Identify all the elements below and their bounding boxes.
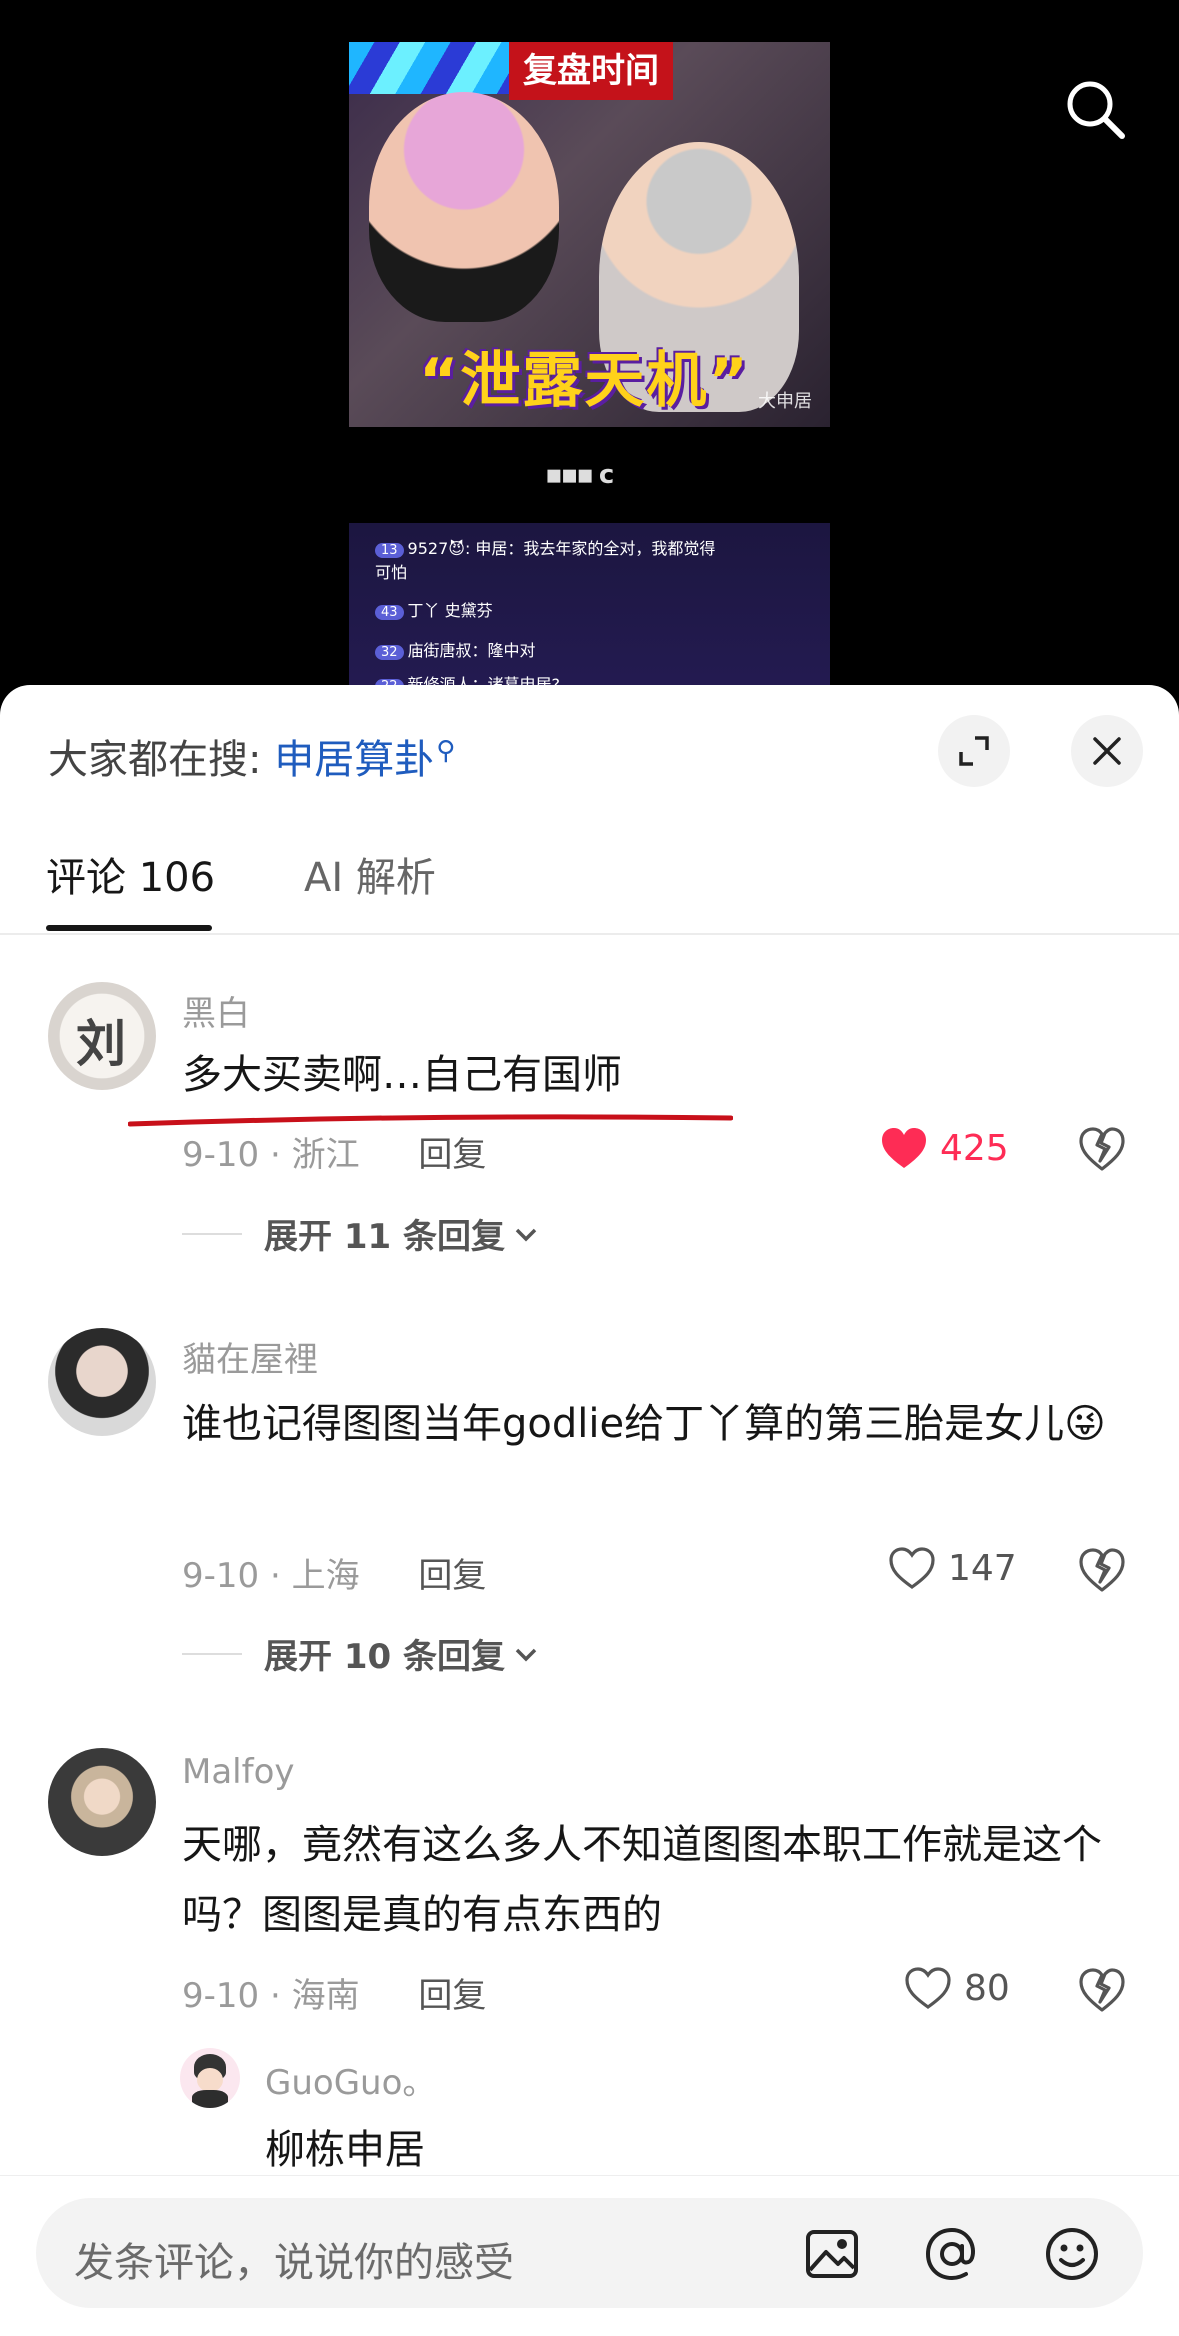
emoji-icon[interactable] (1044, 2226, 1100, 2282)
expand-icon (959, 736, 989, 766)
avatar-glyph: 刘 (76, 1014, 126, 1073)
level-badge: 32 (375, 645, 404, 660)
chat-line: 43 丁丫 史黛芬 (375, 597, 493, 621)
username[interactable]: Malfoy (182, 1752, 295, 1792)
close-icon (1093, 737, 1121, 765)
at-icon[interactable] (924, 2226, 980, 2282)
heart-filled-icon (882, 1128, 926, 1168)
avatar[interactable] (48, 1748, 156, 1856)
like-button[interactable]: 425 (880, 1126, 1009, 1170)
decorative-banner (349, 42, 529, 94)
comment-meta: 9-10 · 浙江 回复 (182, 1127, 486, 1176)
expand-replies-button[interactable]: 展开 11 条回复 (182, 1209, 539, 1258)
live-chat-panel: 13 9527😈: 申居：我去年家的全对，我都觉得 可怕 43 丁丫 史黛芬 32 庙… (349, 523, 830, 700)
search-small-icon: ⚲ (436, 735, 456, 766)
comment-text: 天哪，竟然有这么多人不知道图图本职工作就是这个吗？图图是真的有点东西的 (182, 1822, 1102, 1938)
video-thumbnail[interactable]: 复盘时间 “泄露天机” 大申居 (349, 42, 830, 427)
username[interactable]: 黑白 (182, 986, 250, 1035)
like-count: 425 (940, 1127, 1009, 1169)
reply-button[interactable]: 回复 (418, 1135, 486, 1175)
avatar[interactable] (48, 1328, 156, 1436)
expand-button[interactable] (938, 715, 1010, 787)
dislike-icon[interactable] (1078, 1125, 1126, 1173)
avatar-body (192, 2090, 228, 2108)
person-left-image (369, 92, 559, 322)
stream-logo: ▪▪▪ c (545, 460, 614, 490)
tab-bar: 评论 106 AI 解析 (0, 835, 1179, 935)
comment-meta: 9-10 · 海南 回复 (182, 1968, 486, 2017)
date-location: 9-10 · 浙江 (182, 1135, 360, 1175)
video-watermark: 大申居 (758, 391, 812, 412)
heart-outline-icon (905, 1967, 951, 2009)
like-count: 80 (964, 1967, 1010, 2009)
dislike-icon[interactable] (1078, 1546, 1126, 1594)
hot-search-label: 大家都在搜: (48, 737, 262, 783)
tab-active-indicator (46, 925, 212, 931)
comment-sheet: 大家都在搜: 申居算卦⚲ 评论 106 AI 解析 (0, 685, 1179, 2335)
image-icon[interactable] (804, 2226, 860, 2282)
avatar[interactable]: 刘 (48, 982, 156, 1090)
date-location: 9-10 · 海南 (182, 1976, 360, 2016)
tab-comments[interactable]: 评论 106 (46, 845, 215, 903)
avatar[interactable] (180, 2048, 240, 2108)
like-button[interactable]: 147 (888, 1546, 1017, 1590)
annotation-underline (128, 1114, 733, 1127)
like-count: 147 (948, 1547, 1017, 1589)
divider-dash (182, 1232, 242, 1235)
search-icon[interactable] (1062, 76, 1128, 142)
chevron-down-icon (515, 1648, 537, 1661)
heart-outline-icon (889, 1547, 935, 1589)
comment-meta: 9-10 · 上海 回复 (182, 1548, 486, 1597)
comment-input-bar: 发条评论，说说你的感受 (0, 2175, 1179, 2336)
tab-ai-analysis[interactable]: AI 解析 (304, 845, 436, 903)
video-caption: “泄露天机” (419, 346, 750, 416)
hot-search[interactable]: 大家都在搜: 申居算卦⚲ (48, 727, 455, 785)
comment-text: 谁也记得图图当年godlie给丁丫算的第三胎是女儿😜 (182, 1401, 1106, 1447)
reply-username[interactable]: GuoGuo。 (265, 2055, 436, 2104)
like-button[interactable]: 80 (904, 1966, 1010, 2010)
video-player[interactable]: 复盘时间 “泄露天机” 大申居 ▪▪▪ c 13 9527😈: 申居：我去年家的全… (0, 0, 1179, 700)
comment-input[interactable]: 发条评论，说说你的感受 (36, 2198, 1143, 2308)
input-placeholder: 发条评论，说说你的感受 (74, 2240, 514, 2286)
close-button[interactable] (1071, 715, 1143, 787)
avatar-face (197, 2068, 223, 2092)
chevron-down-icon (515, 1228, 537, 1241)
chat-line: 13 9527😈: 申居：我去年家的全对，我都觉得 (375, 535, 715, 559)
level-badge: 13 (375, 543, 404, 558)
expand-replies-button[interactable]: 展开 10 条回复 (182, 1629, 539, 1678)
reply-button[interactable]: 回复 (418, 1556, 486, 1596)
divider-dash (182, 1652, 242, 1655)
level-badge: 43 (375, 605, 404, 620)
reply-button[interactable]: 回复 (418, 1976, 486, 2016)
username[interactable]: 貓在屋裡 (182, 1332, 318, 1381)
video-tag: 复盘时间 (509, 42, 673, 100)
reply-text: 柳栋申居 (265, 2127, 425, 2173)
hot-search-keyword[interactable]: 申居算卦 (274, 737, 434, 783)
chat-line: 32 庙街唐叔：隆中对 (375, 637, 536, 661)
date-location: 9-10 · 上海 (182, 1556, 360, 1596)
comment-text: 多大买卖啊…自己有国师 (182, 1052, 622, 1098)
dislike-icon[interactable] (1078, 1966, 1126, 2014)
chat-line: 可怕 (375, 563, 408, 582)
